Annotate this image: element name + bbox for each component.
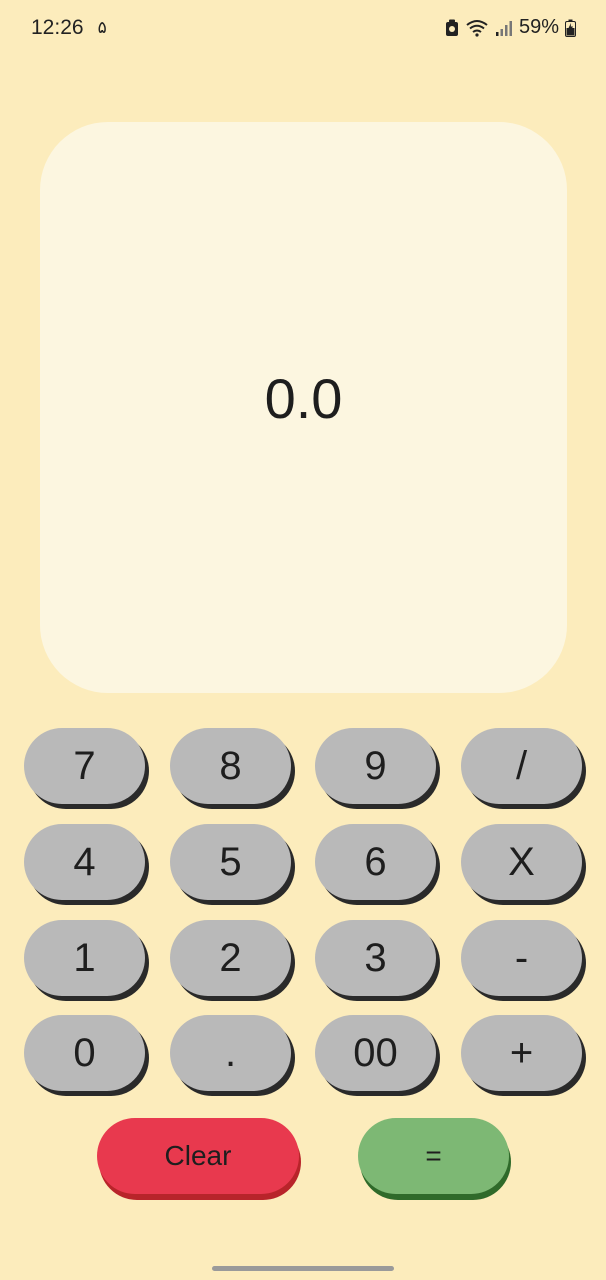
key-decimal[interactable]: . (170, 1015, 291, 1091)
battery-icon (565, 19, 576, 37)
status-left: 12:26 ۵ (31, 16, 107, 40)
key-2[interactable]: 2 (170, 920, 291, 996)
key-multiply[interactable]: X (461, 824, 582, 900)
key-4[interactable]: 4 (24, 824, 145, 900)
clear-button[interactable]: Clear (97, 1118, 299, 1194)
battery-percent: 59% (518, 16, 559, 38)
app-notification-icon (445, 19, 459, 37)
key-0[interactable]: 0 (24, 1015, 145, 1091)
equals-button[interactable]: = (358, 1118, 509, 1194)
key-add[interactable]: + (461, 1015, 582, 1091)
calculator-display: 0.0 (40, 122, 567, 693)
display-value: 0.0 (264, 367, 343, 430)
key-9[interactable]: 9 (315, 728, 436, 804)
key-3[interactable]: 3 (315, 920, 436, 996)
key-1[interactable]: 1 (24, 920, 145, 996)
key-6[interactable]: 6 (315, 824, 436, 900)
wifi-icon (465, 19, 489, 37)
status-right: 59% (445, 16, 576, 39)
key-8[interactable]: 8 (170, 728, 291, 804)
notification-icon: ۵ (97, 18, 107, 37)
key-subtract[interactable]: - (461, 920, 582, 996)
home-indicator[interactable] (212, 1266, 394, 1271)
key-double-zero[interactable]: 00 (315, 1015, 436, 1091)
key-5[interactable]: 5 (170, 824, 291, 900)
key-divide[interactable]: / (461, 728, 582, 804)
signal-icon (495, 19, 513, 37)
clock: 12:26 (31, 16, 84, 39)
key-7[interactable]: 7 (24, 728, 145, 804)
status-bar: 12:26 ۵ 59% (0, 0, 606, 56)
